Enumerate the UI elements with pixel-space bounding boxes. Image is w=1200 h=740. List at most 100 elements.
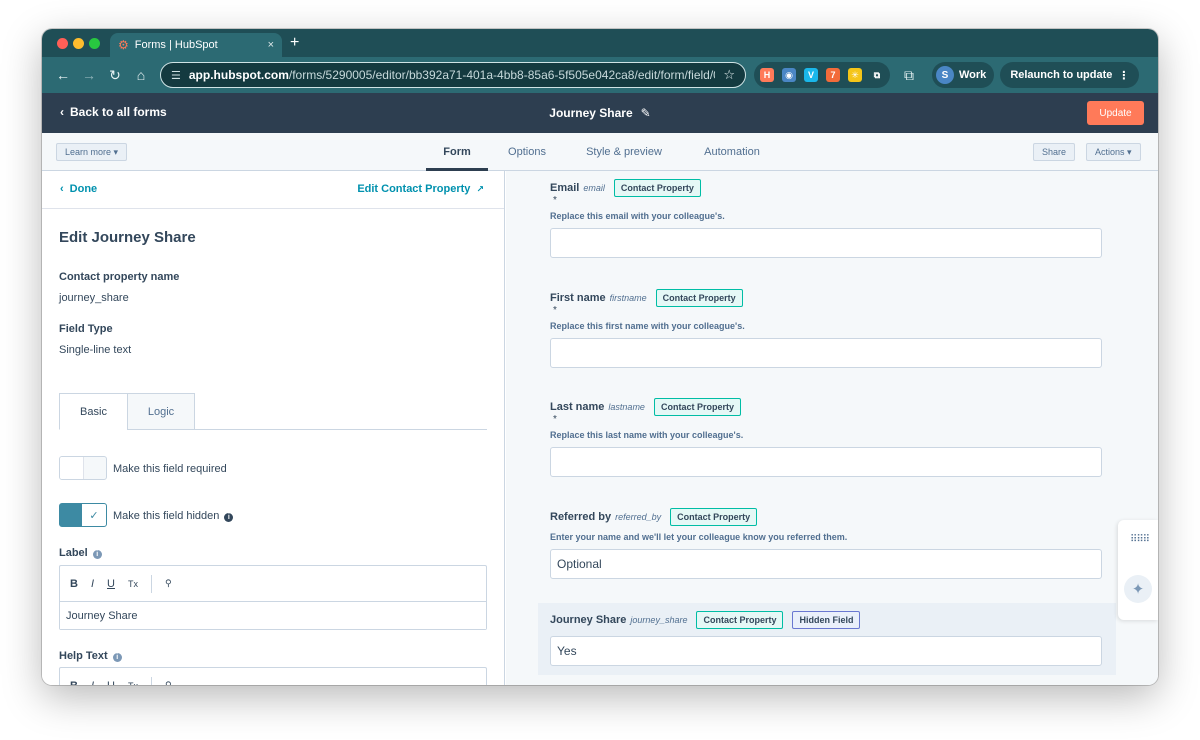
learn-more-dropdown[interactable]: Learn more ▾ <box>56 143 128 161</box>
vimeo-extension-icon[interactable]: V <box>804 68 818 82</box>
home-icon[interactable]: ⌂ <box>128 62 154 88</box>
pencil-icon[interactable]: ✎ <box>641 106 651 120</box>
toolbar-divider <box>150 574 152 593</box>
required-asterisk: * <box>553 305 557 316</box>
hubspot-sprocket-icon: ⚙ <box>118 38 129 52</box>
forward-arrow-icon[interactable]: → <box>76 62 102 88</box>
tab-style-preview[interactable]: Style & preview <box>576 133 672 171</box>
clear-format-icon[interactable]: Tx <box>128 579 138 589</box>
help-editor-toolbar: B I U Tx ⚲ <box>60 668 486 685</box>
relaunch-button[interactable]: Relaunch to update ⋮ <box>1000 62 1140 88</box>
italic-icon[interactable]: I <box>91 578 94 590</box>
chevron-left-icon: ‹ <box>60 183 64 195</box>
bold-icon[interactable]: B <box>70 578 78 590</box>
hubspot-extension-icon[interactable]: H <box>760 68 774 82</box>
address-bar[interactable]: ☰ app.hubspot.com /forms/5290005/editor/… <box>160 62 746 88</box>
back-arrow-icon[interactable]: ← <box>50 62 76 88</box>
form-field[interactable]: Last name lastname Contact Property * Replac… <box>550 398 1102 477</box>
field-internal-name: journey_share <box>630 615 688 625</box>
tab-automation[interactable]: Automation <box>692 133 772 171</box>
puzzle-extension-icon[interactable]: ⧉ <box>870 68 884 82</box>
field-internal-name: email <box>583 183 605 193</box>
edit-contact-property-link[interactable]: Edit Contact Property ↗ <box>357 183 484 195</box>
field-input[interactable]: Optional <box>550 549 1102 579</box>
maximize-window-button[interactable] <box>89 38 100 49</box>
tab-basic[interactable]: Basic <box>59 393 128 430</box>
tab-logic[interactable]: Logic <box>127 393 195 430</box>
info-icon[interactable]: i <box>112 653 122 662</box>
minimize-window-button[interactable] <box>73 38 84 49</box>
done-link[interactable]: ‹ Done <box>60 183 97 195</box>
tab-options[interactable]: Options <box>496 133 558 171</box>
field-label: Journey Share <box>550 614 627 626</box>
field-internal-name: referred_by <box>615 512 662 522</box>
required-toggle-label: Make this field required <box>113 463 227 475</box>
actions-dropdown[interactable]: Actions ▾ <box>1086 143 1141 161</box>
underline-icon[interactable]: U <box>107 578 115 590</box>
required-asterisk: * <box>553 195 557 206</box>
field-edit-panel: ‹ Done Edit Contact Property ↗ Edit Jour… <box>42 171 505 685</box>
italic-icon[interactable]: I <box>91 680 94 686</box>
form-title[interactable]: Journey Share ✎ <box>42 106 1158 120</box>
label-text: Label <box>59 547 88 559</box>
field-label-row: Journey Share journey_share Contact Proper… <box>550 611 1102 629</box>
close-window-button[interactable] <box>57 38 68 49</box>
bookmark-star-icon[interactable]: ☆ <box>723 67 735 83</box>
property-name-label: Contact property name <box>59 271 180 283</box>
browser-tab[interactable]: ⚙ Forms | HubSpot × <box>110 33 282 57</box>
field-input[interactable] <box>550 338 1102 368</box>
contact-property-tag: Contact Property <box>655 289 743 307</box>
hidden-field-tag: Hidden Field <box>792 611 861 629</box>
url-host: app.hubspot.com <box>188 68 289 82</box>
update-button[interactable]: Update <box>1087 101 1144 125</box>
property-name-value: journey_share <box>59 292 129 304</box>
browser-tab-bar: ⚙ Forms | HubSpot × + <box>42 29 1158 57</box>
field-help-text: Enter your name and we'll let your colle… <box>550 532 848 542</box>
label-input[interactable]: Journey Share <box>60 602 486 629</box>
share-button[interactable]: Share <box>1033 143 1076 161</box>
link-icon[interactable]: ⚲ <box>165 680 172 685</box>
grid-dots-icon[interactable]: ⠿⠿⠿ <box>1130 534 1150 545</box>
relaunch-label: Relaunch to update <box>1010 69 1113 81</box>
password-manager-extension-icon[interactable]: ◉ <box>782 68 796 82</box>
field-input[interactable]: Yes <box>550 636 1102 666</box>
help-text-text: Help Text <box>59 650 108 662</box>
required-toggle[interactable] <box>59 456 107 480</box>
form-field[interactable]: First name firstname Contact Property * Repl… <box>550 289 1102 368</box>
profile-button[interactable]: S Work <box>932 62 995 88</box>
form-field[interactable]: Referred by referred_by Contact Property En… <box>550 508 1102 579</box>
close-tab-icon[interactable]: × <box>268 39 274 51</box>
site-settings-icon[interactable]: ☰ <box>171 69 181 82</box>
label-editor: B I U Tx ⚲ Journey Share <box>59 565 487 630</box>
hidden-toggle[interactable]: ✓ <box>59 503 107 527</box>
info-icon[interactable]: i <box>224 513 234 522</box>
field-help-text: Replace this first name with your collea… <box>550 321 745 331</box>
kebab-menu-icon[interactable]: ⋮ <box>1118 69 1129 82</box>
tab-search-icon[interactable]: ⧉ <box>896 62 922 88</box>
tab-form[interactable]: Form <box>426 133 488 171</box>
orange-extension-icon[interactable]: 7 <box>826 68 840 82</box>
new-tab-button[interactable]: + <box>290 33 299 53</box>
field-help-text: Replace this last name with your colleag… <box>550 430 744 440</box>
browser-window: ⚙ Forms | HubSpot × + ← → ↻ ⌂ ☰ app.hubs… <box>42 29 1158 685</box>
clear-format-icon[interactable]: Tx <box>128 681 138 686</box>
field-type-label: Field Type <box>59 323 113 335</box>
snowflake-extension-icon[interactable]: ✳ <box>848 68 862 82</box>
underline-icon[interactable]: U <box>107 680 115 686</box>
bold-icon[interactable]: B <box>70 680 78 686</box>
done-label: Done <box>69 183 98 195</box>
help-text-label: Help Text i <box>59 650 122 662</box>
field-input[interactable] <box>550 447 1102 477</box>
info-icon[interactable]: i <box>92 550 102 559</box>
reload-icon[interactable]: ↻ <box>102 62 128 88</box>
form-field[interactable]: Email email Contact Property * Replace this … <box>550 179 1102 258</box>
link-icon[interactable]: ⚲ <box>165 578 172 589</box>
field-input[interactable] <box>550 228 1102 258</box>
edit-property-label: Edit Contact Property <box>357 183 471 195</box>
field-label-row: First name firstname Contact Property <box>550 289 1102 307</box>
field-internal-name: firstname <box>609 293 647 303</box>
editor-header: ‹ Back to all forms Journey Share ✎ Updat… <box>42 93 1158 133</box>
form-field[interactable]: Journey Share journey_share Contact Proper… <box>550 611 1102 666</box>
ai-sparkle-icon[interactable]: ✦ <box>1124 575 1152 603</box>
editor-tab-bar: Learn more ▾ Form Options Style & previe… <box>42 133 1158 171</box>
